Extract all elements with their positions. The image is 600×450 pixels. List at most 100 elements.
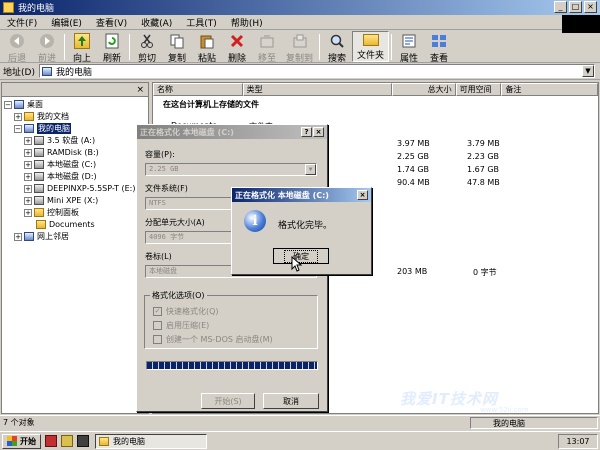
message-dialog-titlebar[interactable]: 正在格式化 本地磁盘 (C:) × xyxy=(232,188,371,202)
tree-item-my-computer[interactable]: − 我的电脑 xyxy=(14,123,71,134)
column-name[interactable]: 名称 xyxy=(153,83,243,96)
network-icon xyxy=(24,232,34,241)
expand-toggle[interactable]: + xyxy=(14,232,22,241)
address-dropdown-button[interactable]: ▼ xyxy=(581,65,594,77)
expand-toggle[interactable]: + xyxy=(24,148,32,157)
menu-tools[interactable]: 工具(T) xyxy=(179,16,224,29)
mouse-cursor-icon xyxy=(291,256,303,272)
quick-launch-icon[interactable] xyxy=(45,435,57,447)
expand-toggle[interactable]: + xyxy=(24,136,32,145)
folders-button[interactable]: 文件夹 xyxy=(352,31,390,62)
column-type[interactable]: 类型 xyxy=(242,83,392,96)
column-total-size[interactable]: 总大小 xyxy=(391,83,456,96)
column-free-space[interactable]: 可用空间 xyxy=(455,83,502,96)
drive-icon xyxy=(34,160,44,169)
tree-item-desktop[interactable]: − 桌面 xyxy=(4,99,43,110)
copy-to-button[interactable]: 复制到 xyxy=(282,31,317,64)
tree-item-network[interactable]: + 网上邻居 xyxy=(14,231,69,242)
row-total: 1.74 GB xyxy=(397,165,430,174)
allocation-size-label: 分配单元大小(A) xyxy=(145,218,205,227)
expand-toggle[interactable]: + xyxy=(24,196,32,205)
copy-button[interactable]: 复制 xyxy=(162,31,192,64)
collapse-toggle[interactable]: − xyxy=(4,100,12,109)
format-dialog-titlebar[interactable]: 正在格式化 本地磁盘 (C:) ? × xyxy=(137,125,327,139)
tree-item-ramdisk-b[interactable]: + RAMDisk (B:) xyxy=(24,147,99,158)
up-icon xyxy=(74,33,90,49)
row-total: 2.25 GB xyxy=(397,152,430,161)
collapse-toggle[interactable]: − xyxy=(14,124,22,133)
tree-item-mini-xpe-x[interactable]: + Mini XPE (X:) xyxy=(24,195,98,206)
close-button[interactable]: × xyxy=(313,127,324,137)
copy-to-icon xyxy=(292,33,308,49)
chevron-down-icon: ▼ xyxy=(305,164,316,175)
forward-icon xyxy=(39,33,55,49)
msdos-startup-disk-checkbox[interactable]: 创建一个 MS-DOS 启动盘(M) xyxy=(153,334,273,345)
maximize-button[interactable]: □ xyxy=(569,1,582,13)
tree-item-cdrom-e[interactable]: + DEEPINXP-5.5SP-T (E:) xyxy=(24,183,135,194)
back-icon xyxy=(9,33,25,49)
close-tree-button[interactable]: × xyxy=(136,85,144,95)
menu-file[interactable]: 文件(F) xyxy=(0,16,44,29)
tree-item-local-disk-d[interactable]: + 本地磁盘 (D:) xyxy=(24,171,97,182)
expand-toggle[interactable]: + xyxy=(24,160,32,169)
refresh-button[interactable]: 刷新 xyxy=(97,31,127,64)
enable-compression-checkbox[interactable]: 启用压缩(E) xyxy=(153,320,209,331)
cut-button[interactable]: 剪切 xyxy=(132,31,162,64)
quick-format-checkbox[interactable]: ✓ 快速格式化(Q) xyxy=(153,306,219,317)
menu-view[interactable]: 查看(V) xyxy=(89,16,134,29)
drive-icon xyxy=(34,148,44,157)
folder-tree: × − 桌面 + 我的文档 − 我的电脑 + 3.5 软盘 (A:) + RAM… xyxy=(1,82,149,414)
close-button[interactable]: × xyxy=(357,190,368,200)
expand-toggle[interactable]: + xyxy=(24,172,32,181)
tree-item-control-panel[interactable]: + 控制面板 xyxy=(24,207,79,218)
paste-icon xyxy=(199,33,215,49)
help-button[interactable]: ? xyxy=(301,127,312,137)
views-button[interactable]: 查看 xyxy=(424,31,454,64)
quick-launch-icon[interactable] xyxy=(61,435,73,447)
tree-item-my-documents[interactable]: + 我的文档 xyxy=(14,111,69,122)
message-text: 格式化完毕。 xyxy=(278,221,333,231)
minimize-button[interactable]: _ xyxy=(554,1,567,13)
move-to-icon xyxy=(259,33,275,49)
address-label: 地址(D) xyxy=(3,67,35,78)
properties-icon xyxy=(401,33,417,49)
column-comment[interactable]: 备注 xyxy=(501,83,598,96)
status-object-count: 7 个对象 xyxy=(3,418,35,427)
tree-item-local-disk-c[interactable]: + 本地磁盘 (C:) xyxy=(24,159,96,170)
back-button[interactable]: 后退 xyxy=(2,31,32,64)
start-button[interactable]: 开始 xyxy=(2,433,41,449)
row-free: 2.23 GB xyxy=(467,152,500,161)
info-icon: i xyxy=(244,210,266,232)
quick-launch-icon[interactable] xyxy=(77,435,89,447)
list-section-header: 在这台计算机上存储的文件 xyxy=(163,100,259,109)
search-button[interactable]: 搜索 xyxy=(322,31,352,64)
window-titlebar[interactable]: 我的电脑 _ □ × xyxy=(0,0,600,15)
taskbar-button-my-computer[interactable]: 我的电脑 xyxy=(95,433,207,449)
toolbar-separator xyxy=(319,34,321,60)
properties-button[interactable]: 属性 xyxy=(394,31,424,64)
start-button[interactable]: 开始(S) xyxy=(201,393,255,409)
move-to-button[interactable]: 移至 xyxy=(252,31,282,64)
tree-item-floppy-a[interactable]: + 3.5 软盘 (A:) xyxy=(24,135,95,146)
menu-edit[interactable]: 编辑(E) xyxy=(44,16,89,29)
expand-toggle[interactable]: + xyxy=(14,112,22,121)
expand-toggle[interactable]: + xyxy=(24,184,32,193)
toolbar-separator xyxy=(64,34,65,60)
delete-icon xyxy=(229,33,245,49)
up-button[interactable]: 向上 xyxy=(67,31,97,64)
drive-icon xyxy=(34,196,44,205)
menu-favorites[interactable]: 收藏(A) xyxy=(134,16,179,29)
tree-item-documents[interactable]: Documents xyxy=(36,219,95,230)
capacity-select[interactable]: 2.25 GB ▼ xyxy=(145,163,317,176)
delete-button[interactable]: 删除 xyxy=(222,31,252,64)
menu-help[interactable]: 帮助(H) xyxy=(224,16,270,29)
paste-button[interactable]: 粘贴 xyxy=(192,31,222,64)
toolbar-separator xyxy=(129,34,130,60)
close-button[interactable]: × xyxy=(584,1,597,13)
address-input[interactable]: 我的电脑 ▼ xyxy=(38,64,595,78)
cancel-button[interactable]: 取消 xyxy=(263,393,319,409)
expand-toggle[interactable]: + xyxy=(24,208,32,217)
list-header: 名称 类型 总大小 可用空间 备注 xyxy=(153,83,598,96)
forward-button[interactable]: 前进 xyxy=(32,31,62,64)
row-free: 0 字节 xyxy=(473,268,497,277)
